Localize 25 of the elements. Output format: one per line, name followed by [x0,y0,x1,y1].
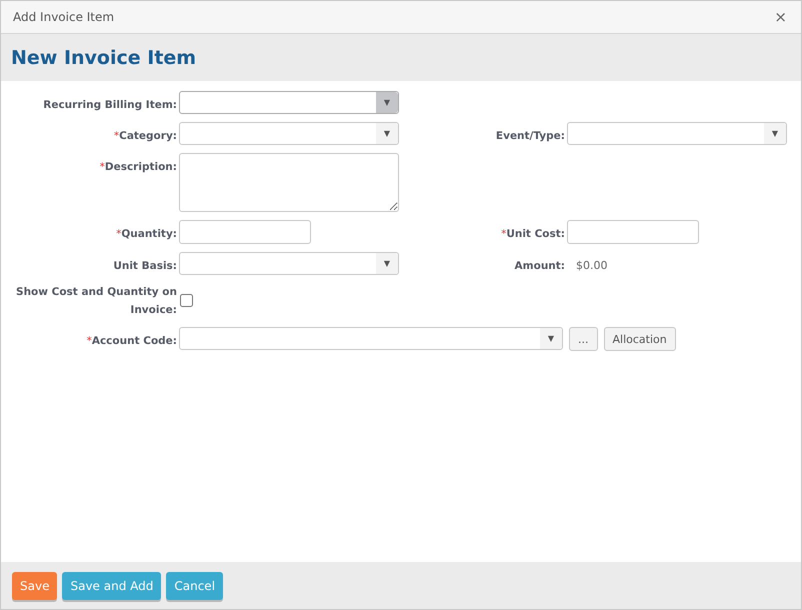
amount-value: $0.00 [575,258,608,274]
field-label: Event/Type: [494,129,565,144]
dropdown-field[interactable]: ▼ [179,91,399,114]
field-label: Show Cost and Quantity on Invoice: [15,285,177,318]
text-area[interactable] [179,153,399,212]
dropdown-field[interactable]: ▼ [179,252,399,275]
field-label: *Unit Cost: [500,227,565,242]
small-button[interactable]: Allocation [604,327,676,351]
field-label: *Account Code: [86,334,177,349]
input-field[interactable] [179,220,311,244]
checkbox[interactable] [180,294,193,307]
close-button[interactable]: × [772,8,789,26]
field-label: Amount: [514,259,565,274]
dropdown-field[interactable]: ▼ [567,122,787,145]
dropdown-field[interactable]: ▼ [179,122,399,145]
small-button[interactable]: ... [569,327,598,351]
form-title: New Invoice Item [11,46,196,68]
field-label: *Description: [98,160,177,175]
dropdown-field[interactable]: ▼ [179,327,563,350]
field-label: Recurring Billing Item: [42,98,177,113]
field-label: Unit Basis: [112,259,177,274]
input-field[interactable] [567,220,699,244]
field-label: *Category: [112,129,177,144]
field-label: *Quantity: [115,227,177,242]
window-title: Add Invoice Item [13,10,114,24]
